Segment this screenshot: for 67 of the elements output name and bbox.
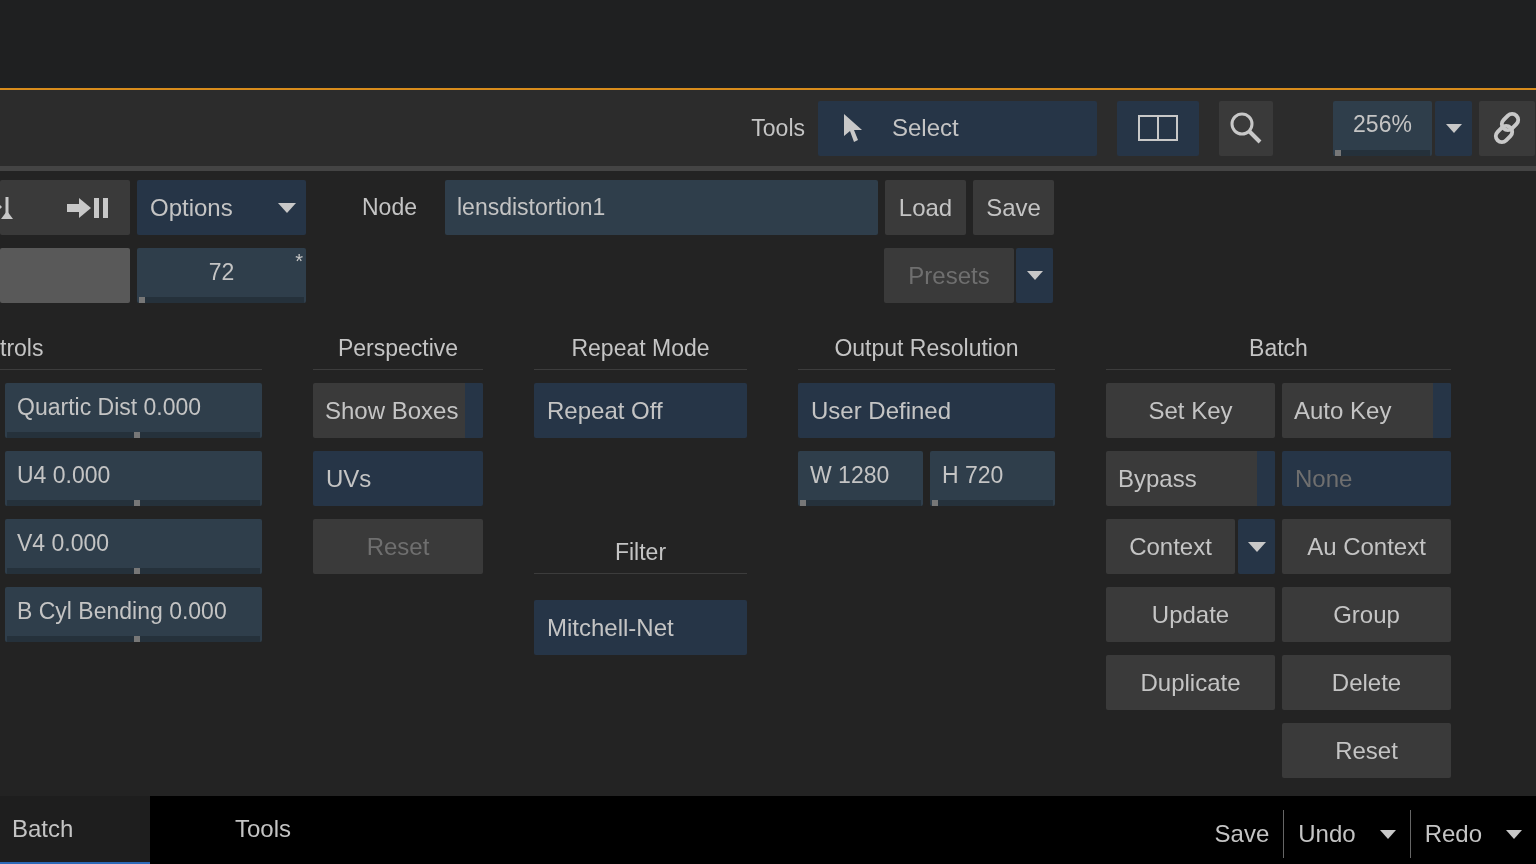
zoom-field[interactable]: 256% [1333, 100, 1432, 156]
slider-field[interactable]: U4 0.000 [5, 451, 262, 506]
caret-icon [278, 202, 296, 213]
slider-thumb[interactable] [133, 500, 140, 506]
slider-thumb[interactable] [800, 500, 806, 506]
bottom-tab[interactable]: Tools [150, 796, 390, 864]
bottom-tab[interactable]: Batch [0, 796, 150, 864]
slider-thumb[interactable] [133, 432, 140, 438]
split-view-icon [1138, 115, 1178, 141]
node-label: Node [362, 194, 418, 221]
history-button[interactable]: Save [1200, 810, 1284, 858]
toggle-button[interactable]: Auto Key [1282, 383, 1451, 438]
cursor-arrow-icon [842, 112, 864, 144]
select-tool-button[interactable]: Select [818, 100, 1097, 156]
context-button[interactable]: Context [1106, 519, 1235, 574]
history-button[interactable]: Undo [1284, 810, 1410, 858]
caret-icon [1379, 829, 1396, 839]
node-action-button[interactable]: Load [885, 180, 966, 235]
modified-marker: * [295, 250, 303, 273]
caret-icon [1026, 271, 1043, 280]
resolution-field[interactable]: W 1280 [798, 451, 923, 506]
action-button[interactable]: Duplicate [1106, 655, 1275, 710]
action-button[interactable]: Set Key [1106, 383, 1275, 438]
slider-field[interactable]: B Cyl Bending 0.000 [5, 587, 262, 642]
search-icon [1229, 111, 1263, 145]
caret-icon [1445, 123, 1462, 133]
search-button[interactable] [1219, 100, 1273, 156]
menu-button[interactable]: Repeat Off [534, 383, 747, 438]
slider-thumb[interactable] [139, 297, 145, 303]
node-action-button[interactable]: Save [973, 180, 1054, 235]
context-dropdown-button[interactable] [1238, 519, 1275, 574]
slider-field[interactable]: V4 0.000 [5, 519, 262, 574]
node-name-field[interactable]: lensdistortion1 [445, 180, 878, 235]
menu-button[interactable]: User Defined [798, 383, 1055, 438]
slider-thumb[interactable] [133, 636, 140, 642]
section-title: Perspective [337, 335, 459, 362]
slider-thumb[interactable] [1335, 149, 1341, 156]
slider-field[interactable]: Quartic Dist 0.000 [5, 383, 262, 438]
section-title: trols [0, 335, 44, 362]
zoom-dropdown-button[interactable] [1435, 100, 1472, 156]
section-title: Batch [1249, 335, 1308, 362]
history-button[interactable]: Redo [1410, 810, 1536, 858]
toolbar-label: Tools [751, 114, 805, 142]
caret-icon [1247, 541, 1266, 552]
play-pause-icon[interactable] [67, 196, 109, 220]
presets-dropdown-button[interactable] [1016, 248, 1053, 303]
toggle-button[interactable]: Bypass [1106, 451, 1275, 506]
menu-button[interactable]: Mitchell-Net [534, 600, 747, 655]
action-button[interactable]: Update [1106, 587, 1275, 642]
resolution-field[interactable]: H 720 [930, 451, 1055, 506]
link-button[interactable] [1479, 100, 1535, 156]
section-title: Repeat Mode [571, 335, 710, 362]
slider-thumb[interactable] [133, 568, 140, 574]
options-dropdown[interactable]: Options [137, 180, 306, 235]
action-button[interactable]: Group [1282, 587, 1451, 642]
caret-icon [1506, 829, 1522, 839]
section-title: Filter [614, 539, 667, 566]
split-view-button[interactable] [1117, 100, 1199, 156]
section-title: Output Resolution [834, 335, 1019, 362]
step-marker-icon[interactable] [0, 195, 14, 221]
action-button[interactable]: Au Context [1282, 519, 1451, 574]
slider-thumb[interactable] [932, 500, 938, 506]
frame-field[interactable]: 72 * [137, 248, 306, 303]
action-button[interactable]: Delete [1282, 655, 1451, 710]
action-button[interactable]: Reset [1282, 723, 1451, 778]
menu-button[interactable]: UVs [313, 451, 483, 506]
toggle-button[interactable]: Show Boxes [313, 383, 483, 438]
